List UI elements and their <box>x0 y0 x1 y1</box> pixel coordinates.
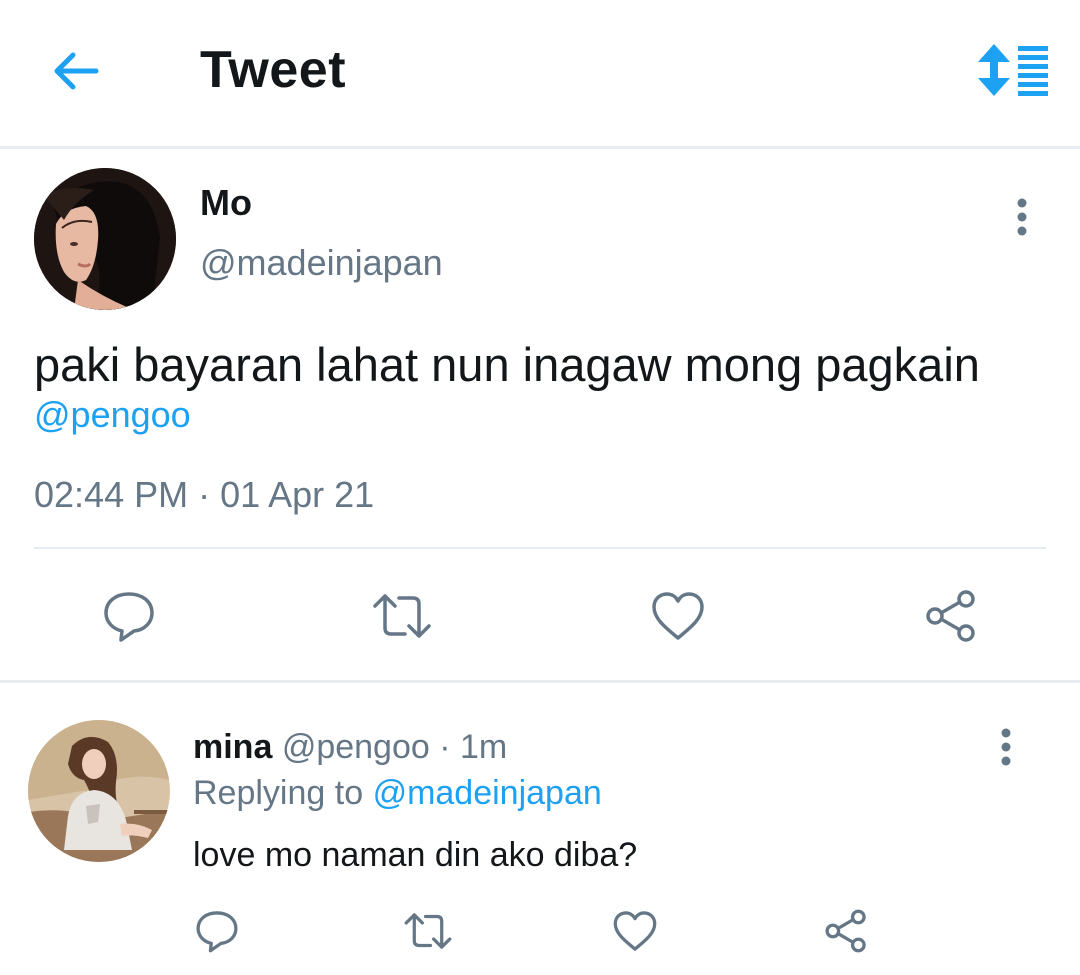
like-icon <box>613 911 657 951</box>
username[interactable]: @pengoo <box>282 728 430 766</box>
like-icon <box>652 592 704 640</box>
replying-to: Replying to @madeinjapan <box>193 774 602 813</box>
avatar[interactable] <box>34 168 176 310</box>
more-vertical-icon <box>1001 728 1011 766</box>
reply-button[interactable] <box>194 908 240 954</box>
like-button[interactable] <box>612 908 658 954</box>
back-button[interactable] <box>46 44 108 98</box>
replying-label: Replying to <box>193 774 364 812</box>
reply-header: mina @pengoo · 1m <box>193 728 507 767</box>
top-bar: Tweet <box>0 0 1080 146</box>
more-options-button[interactable] <box>991 724 1021 774</box>
share-icon <box>926 590 975 642</box>
reply-text: love mo naman din ako diba? <box>193 836 638 874</box>
tweet-text: paki bayaran lahat nun inagaw mong pagka… <box>34 338 980 391</box>
section-divider <box>0 680 1080 683</box>
reply-icon <box>104 592 154 642</box>
avatar[interactable] <box>28 720 170 862</box>
like-button[interactable] <box>650 588 706 644</box>
display-name[interactable]: Mo <box>200 182 252 224</box>
share-icon <box>825 909 866 953</box>
replying-to-link[interactable]: @madeinjapan <box>373 774 602 812</box>
retweet-button[interactable] <box>371 588 433 644</box>
more-vertical-icon <box>1017 198 1027 236</box>
retweet-icon <box>404 913 452 949</box>
share-button[interactable] <box>923 588 979 644</box>
sort-arrows-icon <box>978 44 1048 96</box>
reply-time: · 1m <box>439 728 508 766</box>
arrow-left-icon <box>54 52 99 90</box>
page-title: Tweet <box>200 41 347 99</box>
reply-button[interactable] <box>101 588 157 644</box>
share-button[interactable] <box>823 908 869 954</box>
username[interactable]: @madeinjapan <box>200 242 443 284</box>
divider <box>34 547 1046 549</box>
tweet-timestamp: 02:44 PM · 01 Apr 21 <box>34 474 375 515</box>
display-name[interactable]: mina <box>193 728 272 766</box>
more-options-button[interactable] <box>1007 194 1037 244</box>
header-divider <box>0 146 1080 149</box>
sort-button[interactable] <box>976 40 1052 100</box>
mention-link[interactable]: @pengoo <box>34 394 191 436</box>
retweet-icon <box>373 594 431 638</box>
retweet-button[interactable] <box>403 908 453 954</box>
reply-icon <box>196 911 238 953</box>
